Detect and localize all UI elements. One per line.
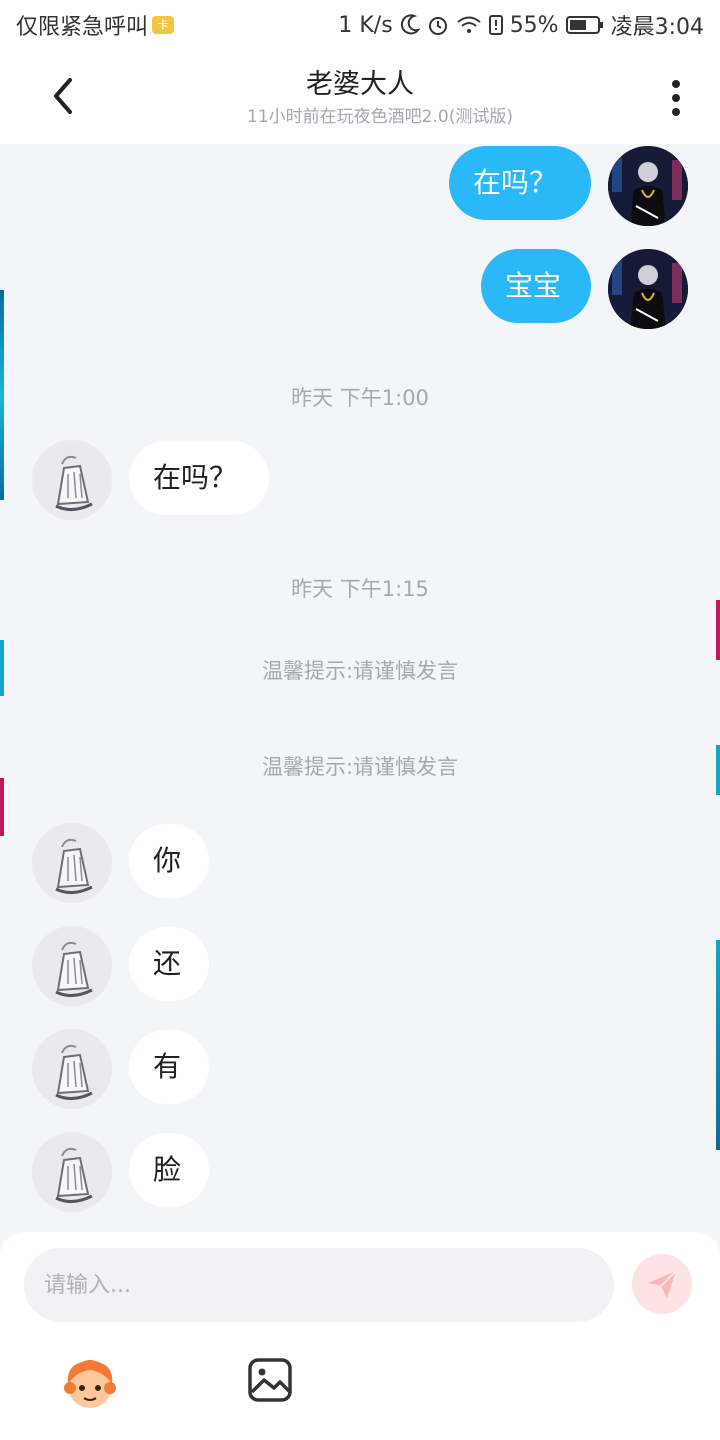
moon-icon bbox=[400, 14, 420, 35]
message-list[interactable]: 在吗？ 宝宝 昨天 下午1:00 在吗？ 昨天 下午1:15 温馨提示:请谨慎发… bbox=[0, 144, 720, 1232]
message-row-self: 宝宝 bbox=[0, 248, 720, 338]
edge-accent bbox=[0, 290, 4, 500]
message-timestamp: 昨天 下午1:00 bbox=[291, 386, 429, 410]
message-row-other: 在吗？ bbox=[0, 440, 720, 530]
message-input[interactable] bbox=[24, 1248, 614, 1322]
edge-accent bbox=[716, 940, 720, 1150]
message-timestamp: 昨天 下午1:15 bbox=[291, 577, 429, 601]
edge-accent bbox=[716, 745, 720, 795]
sim-status-icon bbox=[488, 15, 503, 35]
message-bubble[interactable]: 还 bbox=[129, 927, 209, 1001]
clock: 凌晨3:04 bbox=[610, 15, 704, 40]
status-left: 仅限紧急呼叫 卡 bbox=[16, 9, 175, 41]
status-bar: 仅限紧急呼叫 卡 1 K/s 55% 凌晨3:04 bbox=[0, 0, 720, 50]
chat-subtitle: 11小时前在玩夜色酒吧2.0(测试版) bbox=[247, 107, 513, 127]
message-row-other: 你 bbox=[0, 823, 720, 913]
contact-avatar[interactable] bbox=[32, 823, 112, 903]
contact-avatar[interactable] bbox=[32, 1029, 112, 1109]
contact-avatar[interactable] bbox=[32, 926, 112, 1006]
message-composer bbox=[0, 1232, 720, 1440]
message-row-other: 还 bbox=[0, 926, 720, 1016]
sim-card-icon: 卡 bbox=[152, 16, 175, 34]
carrier-text: 仅限紧急呼叫 bbox=[16, 15, 149, 40]
send-button[interactable] bbox=[632, 1254, 692, 1314]
network-speed: 1 K/s bbox=[338, 12, 393, 38]
alarm-icon bbox=[428, 17, 447, 35]
paper-plane-icon bbox=[648, 1270, 677, 1298]
contact-avatar[interactable] bbox=[32, 1132, 112, 1212]
edge-accent bbox=[0, 640, 4, 696]
system-notice: 温馨提示:请谨慎发言 bbox=[261, 659, 459, 683]
message-bubble[interactable]: 有 bbox=[129, 1030, 209, 1104]
system-notice: 温馨提示:请谨慎发言 bbox=[261, 755, 459, 779]
message-row-self: 在吗？ bbox=[0, 144, 720, 234]
message-bubble[interactable]: 宝宝 bbox=[481, 249, 591, 323]
message-bubble[interactable]: 你 bbox=[129, 824, 209, 898]
message-bubble[interactable]: 脸 bbox=[129, 1133, 209, 1207]
more-vertical-icon bbox=[672, 80, 680, 116]
edge-accent bbox=[0, 778, 4, 836]
message-row-other: 脸 bbox=[0, 1132, 720, 1222]
chat-header: 老婆大人 11小时前在玩夜色酒吧2.0(测试版) bbox=[0, 50, 720, 144]
message-row-other: 有 bbox=[0, 1029, 720, 1119]
contact-avatar[interactable] bbox=[32, 440, 112, 520]
chat-title: 老婆大人 bbox=[306, 69, 414, 100]
sticker-button[interactable] bbox=[60, 1354, 120, 1414]
image-icon bbox=[248, 1358, 292, 1402]
battery-percent: 55% bbox=[509, 12, 559, 38]
edge-accent bbox=[716, 600, 720, 660]
image-button[interactable] bbox=[246, 1356, 294, 1404]
wifi-icon bbox=[457, 16, 481, 33]
message-bubble[interactable]: 在吗？ bbox=[129, 441, 269, 515]
battery-icon bbox=[565, 16, 603, 34]
message-bubble[interactable]: 在吗？ bbox=[449, 146, 591, 220]
status-right: 1 K/s 55% 凌晨3:04 bbox=[338, 9, 704, 41]
more-options-button[interactable] bbox=[660, 76, 692, 120]
sticker-icon bbox=[64, 1360, 116, 1408]
self-avatar[interactable] bbox=[608, 146, 688, 226]
self-avatar[interactable] bbox=[608, 249, 688, 329]
